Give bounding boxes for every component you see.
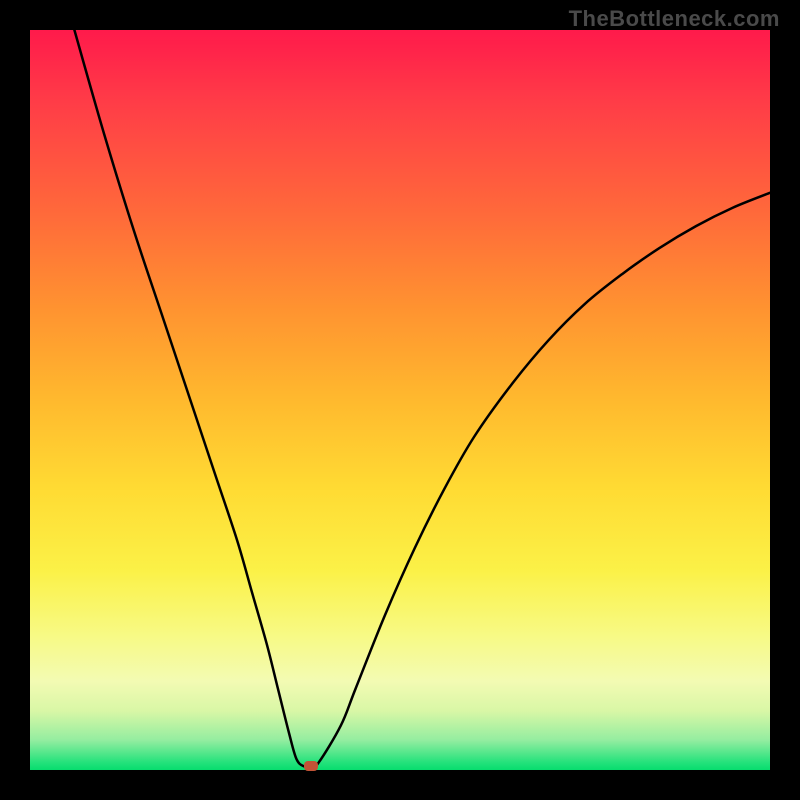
optimum-marker: [304, 761, 318, 771]
bottleneck-curve: [30, 30, 770, 770]
plot-area: [30, 30, 770, 770]
chart-frame: TheBottleneck.com: [0, 0, 800, 800]
watermark-text: TheBottleneck.com: [569, 6, 780, 32]
